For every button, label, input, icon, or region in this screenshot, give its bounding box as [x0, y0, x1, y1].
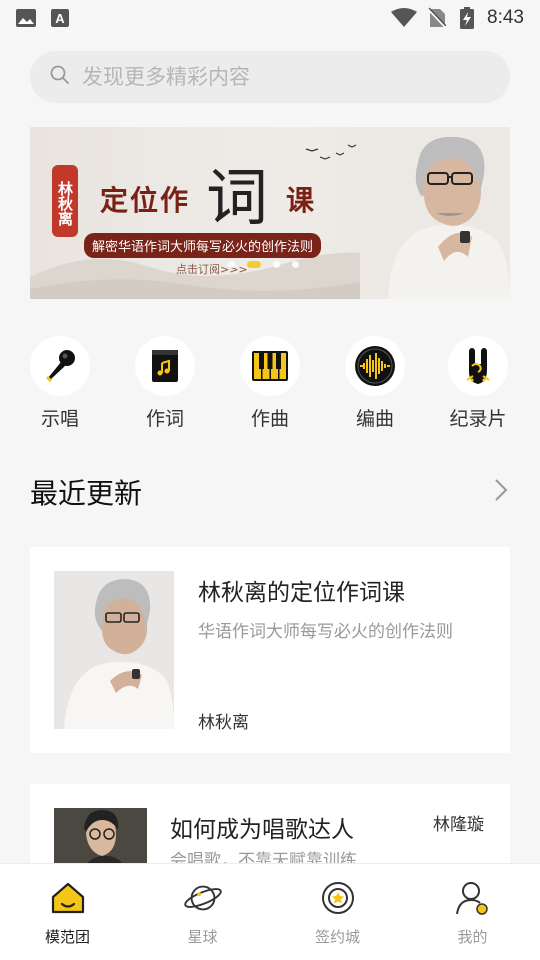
category-label: 作词	[145, 408, 184, 430]
tab-label: 我的	[457, 928, 488, 946]
carousel-dots	[228, 261, 299, 268]
category-demo-singing[interactable]: 示唱	[20, 336, 100, 431]
status-bar: A 8:43	[0, 0, 540, 36]
tab-label: 签约城	[314, 928, 360, 946]
category-label: 示唱	[40, 408, 79, 430]
category-documentary[interactable]: 纪录片	[438, 336, 518, 431]
search-input[interactable]	[82, 65, 482, 89]
banner-person-photo	[360, 127, 510, 299]
tab-label: 模范团	[44, 928, 90, 946]
carousel-dot[interactable]	[273, 261, 280, 268]
carousel-dot[interactable]	[292, 261, 299, 268]
tab-label: 星球	[187, 928, 218, 946]
image-icon	[16, 8, 36, 28]
category-lyrics[interactable]: 作词	[125, 336, 205, 431]
search-icon	[50, 65, 70, 89]
banner-title-big: 词	[206, 161, 271, 234]
category-label: 纪录片	[449, 408, 507, 430]
tab-profile[interactable]: 我的	[405, 864, 540, 960]
banner-seal: 林秋离	[52, 165, 78, 237]
course-thumbnail	[54, 571, 174, 729]
microphone-icon	[30, 336, 90, 396]
course-title: 林秋离的定位作词课	[198, 580, 405, 606]
home-icon	[48, 878, 88, 918]
battery-charging-icon	[457, 7, 477, 29]
course-author: 林秋离	[198, 713, 249, 733]
banner-title: 定位作 词 课	[100, 161, 314, 234]
promo-banner[interactable]: 林秋离 定位作 词 课 解密华语作词大师每写必火的创作法则 点击订阅>>>	[30, 127, 510, 299]
course-author: 林隆璇	[433, 815, 484, 835]
category-label: 编曲	[355, 408, 394, 430]
banner-subtitle: 解密华语作词大师每写必火的创作法则	[84, 233, 322, 258]
piano-keys-icon	[240, 336, 300, 396]
banner-title-left: 定位作	[100, 184, 191, 217]
category-arrange[interactable]: 编曲	[335, 336, 415, 431]
tab-contract-city[interactable]: 签约城	[270, 864, 405, 960]
notebook-music-icon	[135, 336, 195, 396]
planet-icon	[183, 878, 223, 918]
tab-home[interactable]: 模范团	[0, 864, 135, 960]
chevron-right-icon[interactable]	[494, 478, 508, 506]
course-card[interactable]: 林秋离的定位作词课 华语作词大师每写必火的创作法则 林秋离	[30, 547, 510, 753]
status-time: 8:43	[487, 7, 524, 28]
section-title: 最近更新	[30, 477, 143, 510]
wifi-icon	[391, 8, 418, 28]
banner-title-right: 课	[286, 184, 317, 217]
category-label: 作曲	[250, 408, 289, 430]
rock-hand-icon	[448, 336, 508, 396]
category-row: 示唱 作词 作曲 编曲 纪录片	[30, 336, 510, 436]
search-bar[interactable]	[30, 51, 510, 103]
bottom-nav: 模范团 星球 签约城 我的	[0, 863, 540, 960]
medal-icon	[318, 878, 358, 918]
course-subtitle: 华语作词大师每写必火的创作法则	[198, 622, 453, 642]
a-icon: A	[50, 8, 70, 28]
category-compose[interactable]: 作曲	[230, 336, 310, 431]
waveform-icon	[345, 336, 405, 396]
sim-off-icon	[427, 7, 447, 29]
carousel-dot[interactable]	[228, 261, 235, 268]
svg-text:A: A	[55, 11, 65, 26]
tab-planet[interactable]: 星球	[135, 864, 270, 960]
course-title: 如何成为唱歌达人	[170, 817, 354, 843]
profile-icon	[453, 878, 493, 918]
carousel-dot-active[interactable]	[247, 261, 261, 268]
